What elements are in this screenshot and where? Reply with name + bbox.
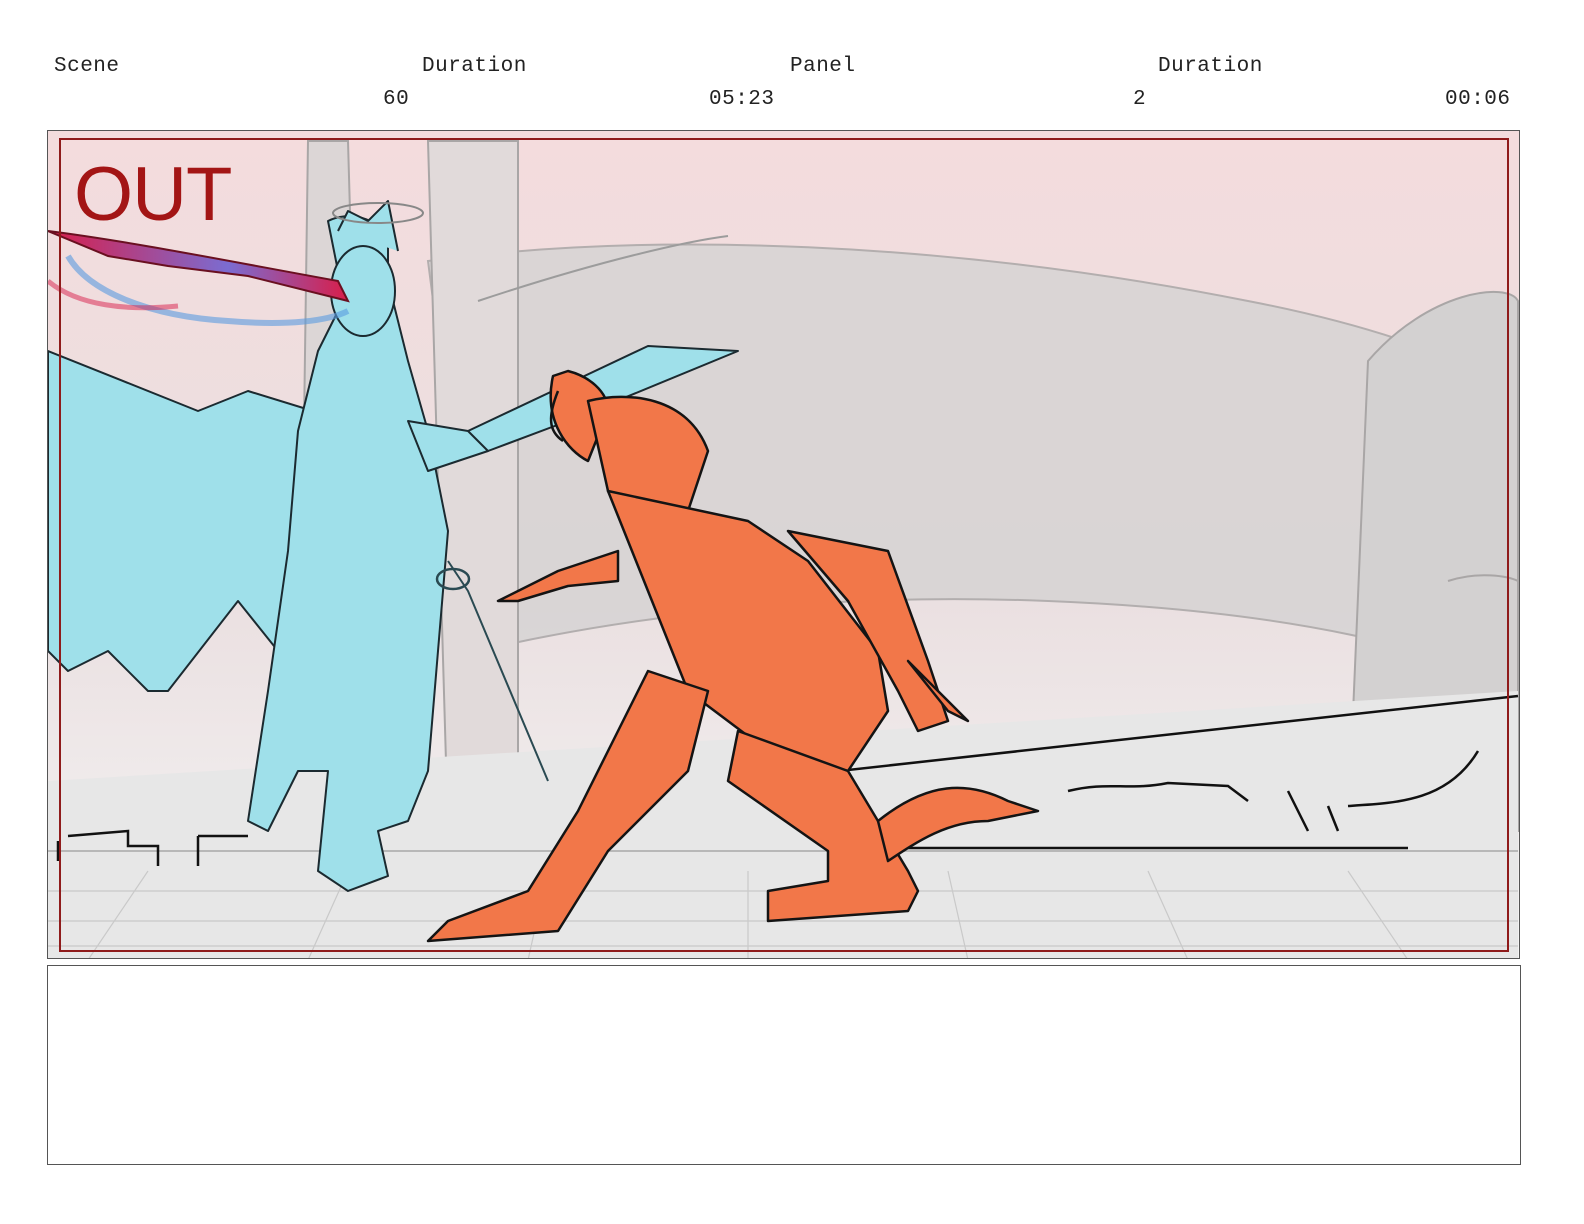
scene-duration-label: Duration xyxy=(422,55,527,78)
scene-number: 60 xyxy=(383,88,410,111)
panel-number: 2 xyxy=(1133,88,1147,111)
panel-duration-value: 00:06 xyxy=(1445,88,1511,111)
scene-duration-value: 05:23 xyxy=(709,88,775,111)
out-label: OUT xyxy=(74,152,232,237)
scene-label: Scene xyxy=(54,55,120,78)
panel-duration-label: Duration xyxy=(1158,55,1263,78)
storyboard-panel-frame: OUT xyxy=(47,130,1520,959)
panel-notes-text xyxy=(48,966,1520,986)
storyboard-drawing xyxy=(48,131,1519,958)
panel-notes-box[interactable] xyxy=(47,965,1521,1165)
panel-label: Panel xyxy=(790,55,856,78)
